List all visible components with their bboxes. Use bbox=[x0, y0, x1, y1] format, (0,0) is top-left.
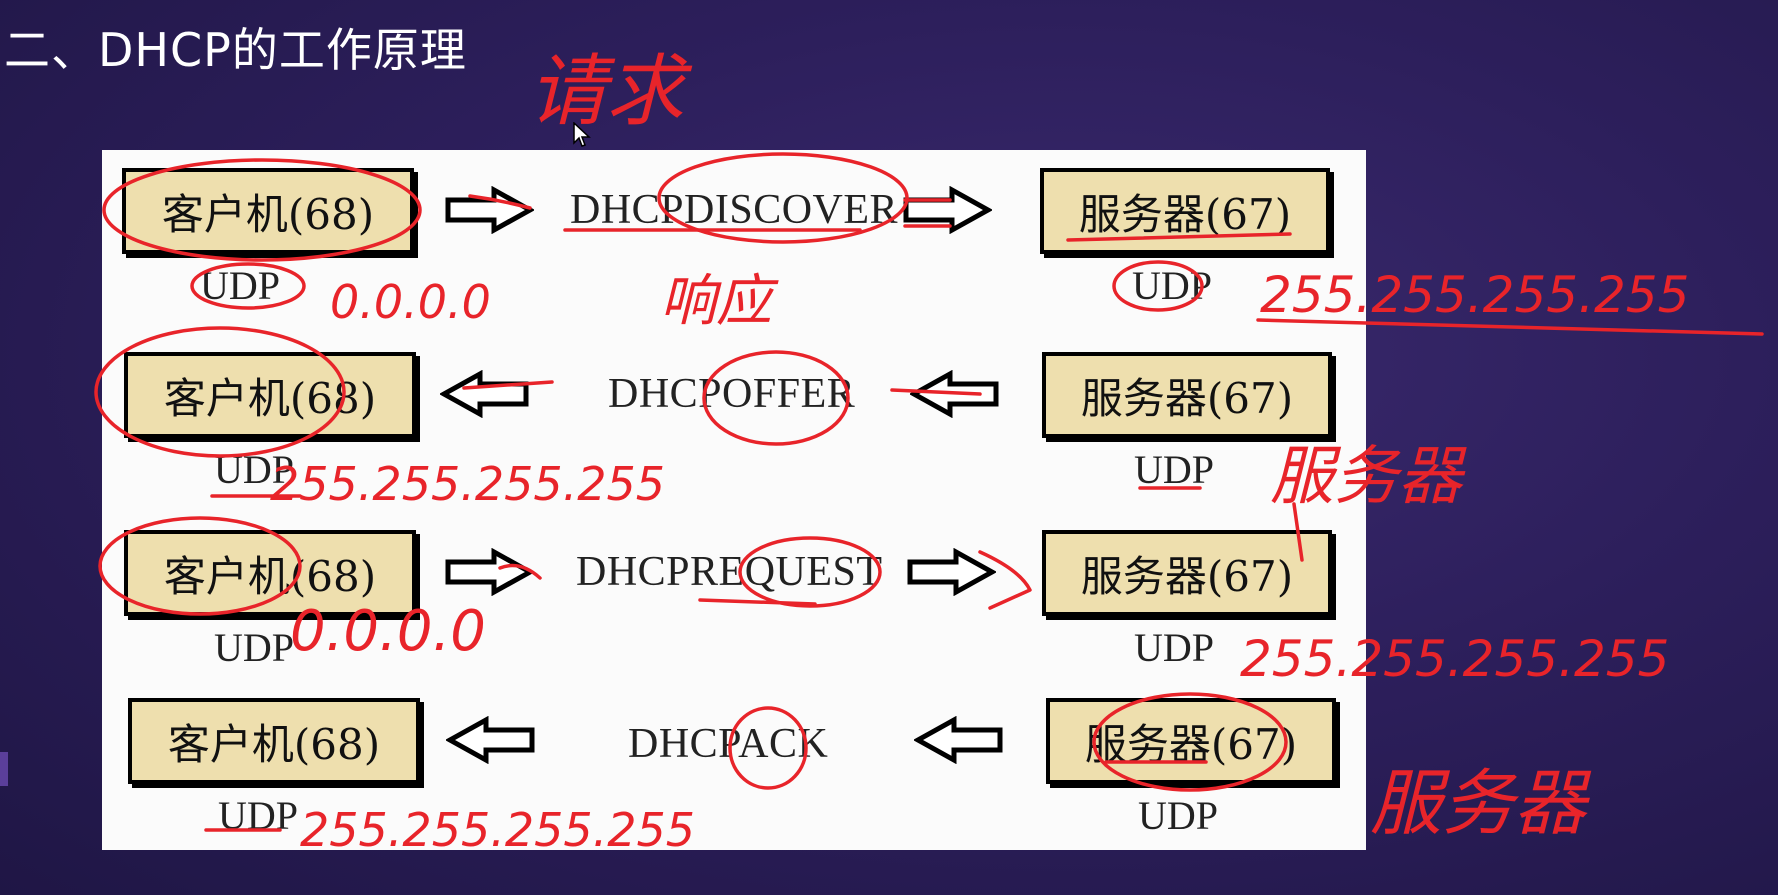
server-box-3: 服务器(67) bbox=[1042, 530, 1332, 616]
arrow-left-icon bbox=[914, 716, 1003, 764]
client-box-3: 客户机(68) bbox=[124, 530, 416, 616]
server-label: 服务器(67) bbox=[1078, 189, 1292, 239]
client-label: 客户机(68) bbox=[163, 373, 377, 423]
server-box-2: 服务器(67) bbox=[1042, 352, 1332, 438]
client-udp-label-1: UDP bbox=[200, 263, 281, 308]
arrow-right-icon bbox=[445, 186, 534, 234]
server-box-1: 服务器(67) bbox=[1040, 168, 1330, 254]
message-label-2: DHCPOFFER bbox=[608, 371, 856, 417]
client-udp-label-3: UDP bbox=[214, 625, 295, 670]
server-udp-label-2: UDP bbox=[1134, 447, 1215, 492]
server-udp-label-1: UDP bbox=[1132, 263, 1213, 308]
message-label-3: DHCPREQUEST bbox=[576, 549, 883, 595]
arrow-right-icon bbox=[903, 186, 992, 234]
mouse-cursor-icon bbox=[573, 122, 591, 147]
client-box-4: 客户机(68) bbox=[128, 698, 420, 784]
client-label: 客户机(68) bbox=[161, 189, 375, 239]
client-udp-label-2: UDP bbox=[214, 447, 295, 492]
server-udp-label-3: UDP bbox=[1134, 625, 1215, 670]
slide-edge-tab bbox=[0, 752, 8, 786]
server-label: 服务器(67) bbox=[1080, 551, 1294, 601]
message-label-1: DHCPDISCOVER bbox=[570, 187, 899, 233]
server-label: 服务器(67) bbox=[1084, 719, 1298, 769]
arrow-right-icon bbox=[907, 548, 996, 596]
client-label: 客户机(68) bbox=[167, 719, 381, 769]
client-box-1: 客户机(68) bbox=[122, 168, 414, 254]
arrow-left-icon bbox=[446, 716, 535, 764]
client-box-2: 客户机(68) bbox=[124, 352, 416, 438]
server-udp-label-4: UDP bbox=[1138, 793, 1219, 838]
note-top-word: 请求 bbox=[528, 47, 693, 137]
note-row4-server: 服务器 bbox=[1370, 761, 1592, 845]
message-label-4: DHCPACK bbox=[628, 721, 829, 767]
server-label: 服务器(67) bbox=[1080, 373, 1294, 423]
client-udp-label-4: UDP bbox=[218, 793, 299, 838]
arrow-right-icon bbox=[445, 548, 534, 596]
arrow-left-icon bbox=[440, 370, 529, 418]
server-box-4: 服务器(67) bbox=[1046, 698, 1336, 784]
arrow-left-icon bbox=[910, 370, 999, 418]
slide-title: 二、DHCP的工作原理 bbox=[4, 23, 467, 77]
dhcp-diagram: 客户机(68) UDP DHCPDISCOVER 服务器(67) UDP 客户机… bbox=[102, 150, 1366, 850]
client-label: 客户机(68) bbox=[163, 551, 377, 601]
